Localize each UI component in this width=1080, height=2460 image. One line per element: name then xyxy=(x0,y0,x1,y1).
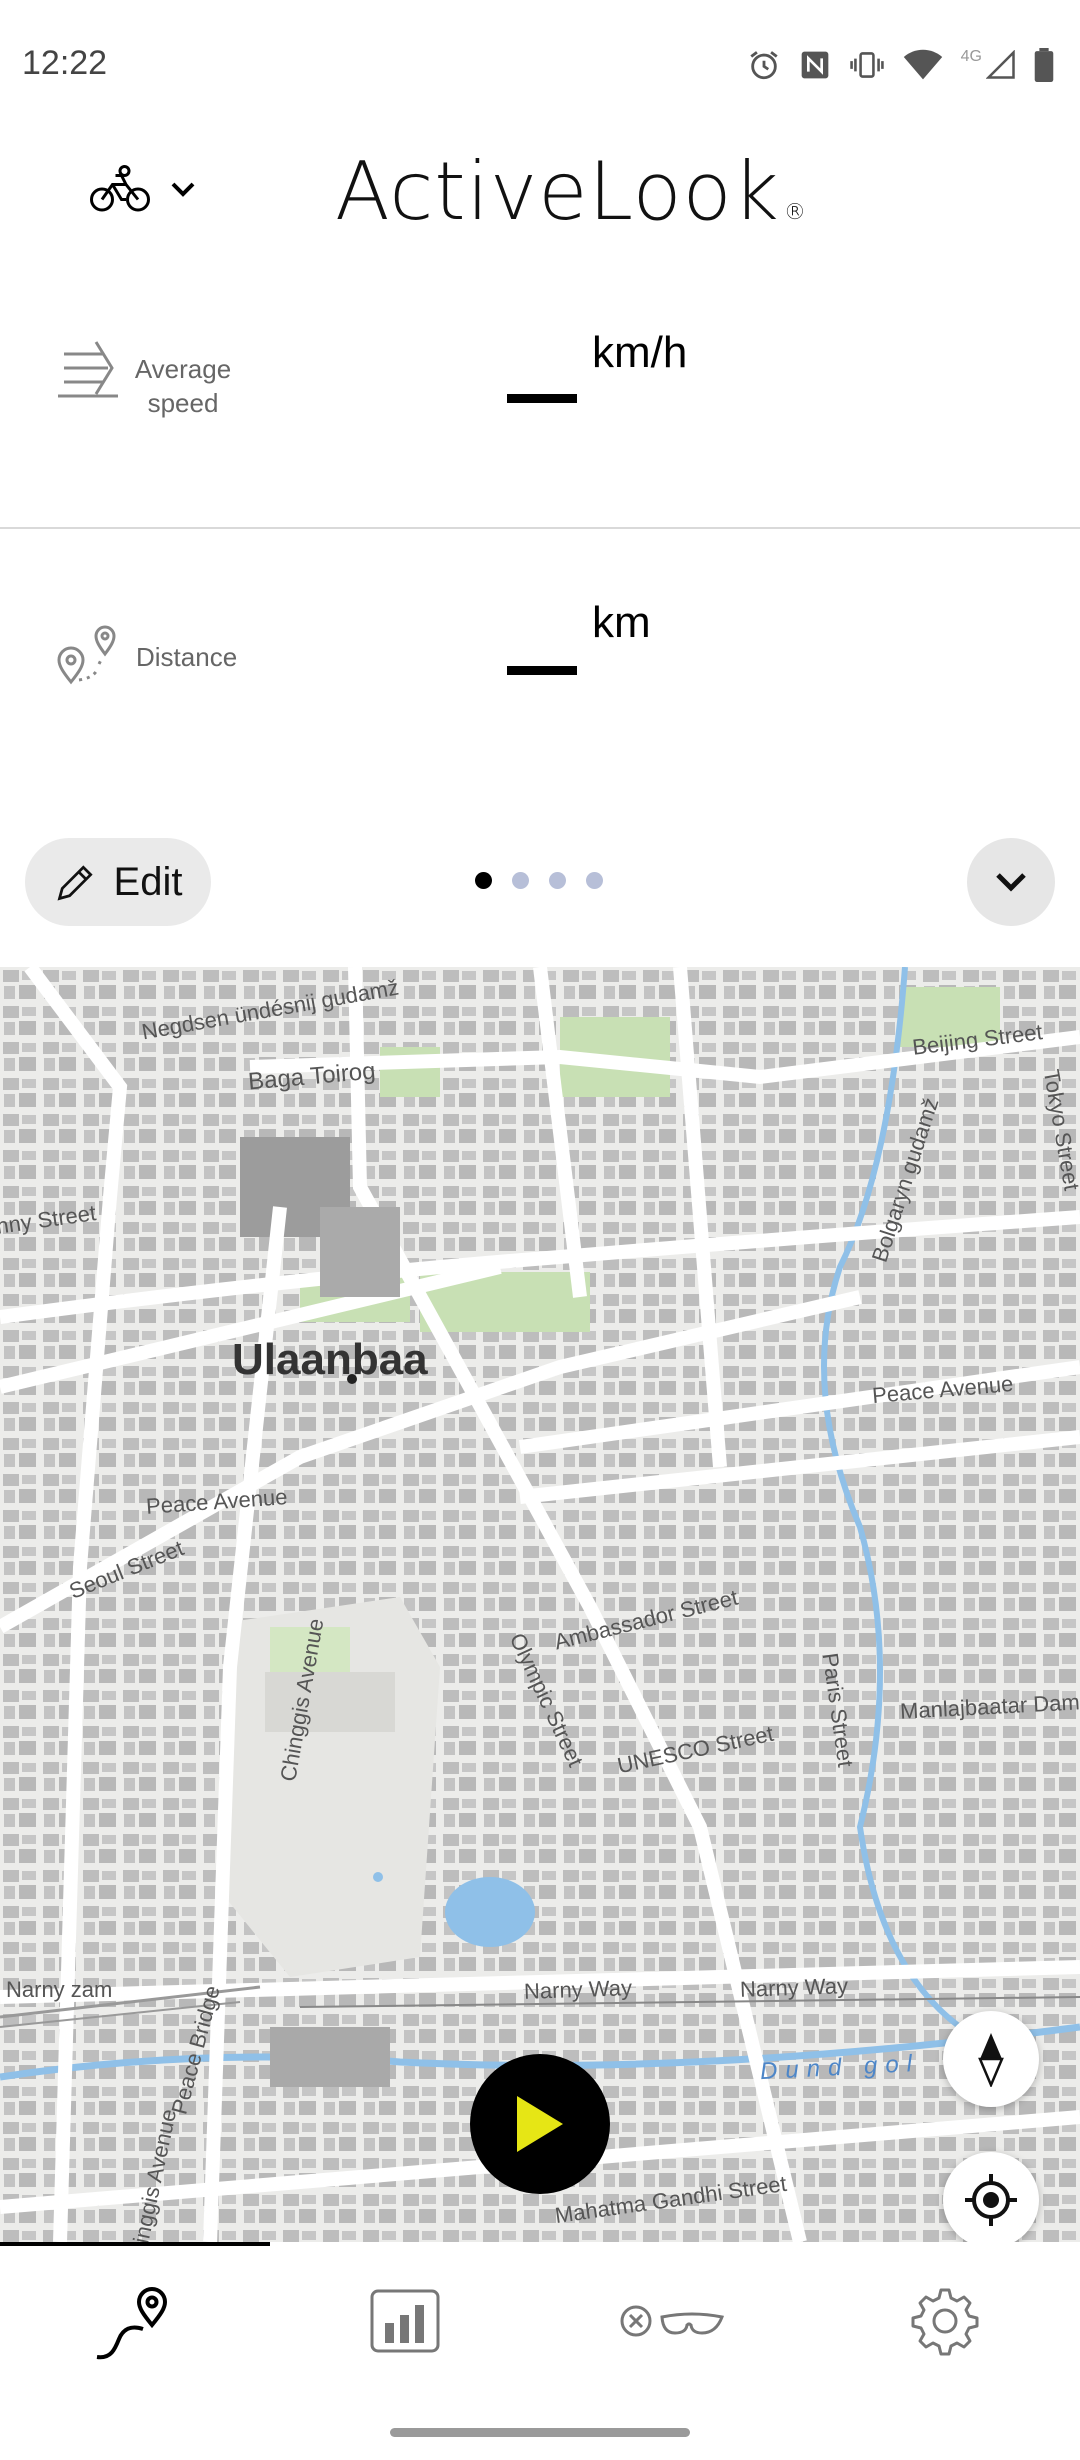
map-view[interactable]: Ulaanbaa Negdsen ündésnij gudamž Baga To… xyxy=(0,967,1080,2242)
distance-unit: km xyxy=(592,598,651,647)
average-speed-value xyxy=(507,394,577,403)
status-time: 12:22 xyxy=(22,44,108,82)
nfc-icon xyxy=(801,51,828,79)
my-location-button[interactable] xyxy=(943,2152,1039,2242)
page-dot-1[interactable] xyxy=(475,872,492,889)
pencil-icon xyxy=(57,865,93,901)
glasses-disconnected-icon xyxy=(620,2305,725,2337)
sport-selector[interactable] xyxy=(90,165,196,213)
bottom-navigation xyxy=(0,2246,1080,2396)
distance-label: Distance xyxy=(136,642,238,672)
nav-tab-stats[interactable] xyxy=(270,2246,540,2396)
average-speed-label: Average speed xyxy=(126,352,240,420)
map-street-label: Narny Way xyxy=(523,1975,633,2004)
metric-average-speed[interactable]: Average speed km/h xyxy=(0,300,1080,525)
stats-icon xyxy=(370,2289,440,2353)
map-street-label: Narny Way xyxy=(739,1973,849,2002)
battery-icon xyxy=(1034,48,1054,82)
play-icon xyxy=(517,2096,563,2152)
page-dot-2[interactable] xyxy=(512,872,529,889)
distance-value xyxy=(507,666,577,675)
edit-button-label: Edit xyxy=(113,859,183,904)
app-logo: ActiveLook ® xyxy=(335,145,807,238)
average-speed-label-line2: speed xyxy=(147,388,219,418)
map-street-label: Narny zam xyxy=(6,1977,113,2002)
collapse-button[interactable] xyxy=(967,838,1055,926)
logo-registered-mark: ® xyxy=(783,200,807,225)
home-indicator[interactable] xyxy=(390,2428,690,2437)
metrics-divider xyxy=(0,527,1080,529)
distance-icon xyxy=(57,625,116,685)
wifi-icon xyxy=(903,49,942,80)
map-city-label: Ulaanbaa xyxy=(232,1335,428,1384)
average-speed-label-line1: Average xyxy=(134,354,232,384)
compass-button[interactable] xyxy=(943,2011,1039,2107)
start-activity-button[interactable] xyxy=(470,2054,610,2194)
chevron-down-icon xyxy=(996,873,1026,892)
nav-tab-glasses[interactable] xyxy=(540,2246,810,2396)
metric-distance[interactable]: Distance km xyxy=(0,560,1080,790)
status-icons: 4G xyxy=(747,48,1054,82)
location-target-icon xyxy=(965,2174,1017,2226)
chevron-down-icon xyxy=(171,182,195,197)
average-speed-icon xyxy=(58,341,118,398)
compass-icon xyxy=(978,2033,1004,2087)
nav-tab-settings[interactable] xyxy=(810,2246,1080,2396)
signal-icon xyxy=(986,50,1015,79)
alarm-icon xyxy=(750,51,778,80)
page-dot-3[interactable] xyxy=(549,872,566,889)
settings-icon xyxy=(911,2288,979,2356)
page-dot-4[interactable] xyxy=(586,872,603,889)
page-indicator xyxy=(475,872,603,889)
bike-icon xyxy=(90,165,150,212)
network-type: 4G xyxy=(960,48,982,65)
nav-tab-route[interactable] xyxy=(0,2246,270,2396)
edit-button[interactable]: Edit xyxy=(25,838,211,926)
route-icon xyxy=(96,2287,168,2360)
average-speed-unit: km/h xyxy=(592,328,688,377)
vibrate-icon xyxy=(849,52,884,78)
logo-text: ActiveLook xyxy=(335,145,780,238)
